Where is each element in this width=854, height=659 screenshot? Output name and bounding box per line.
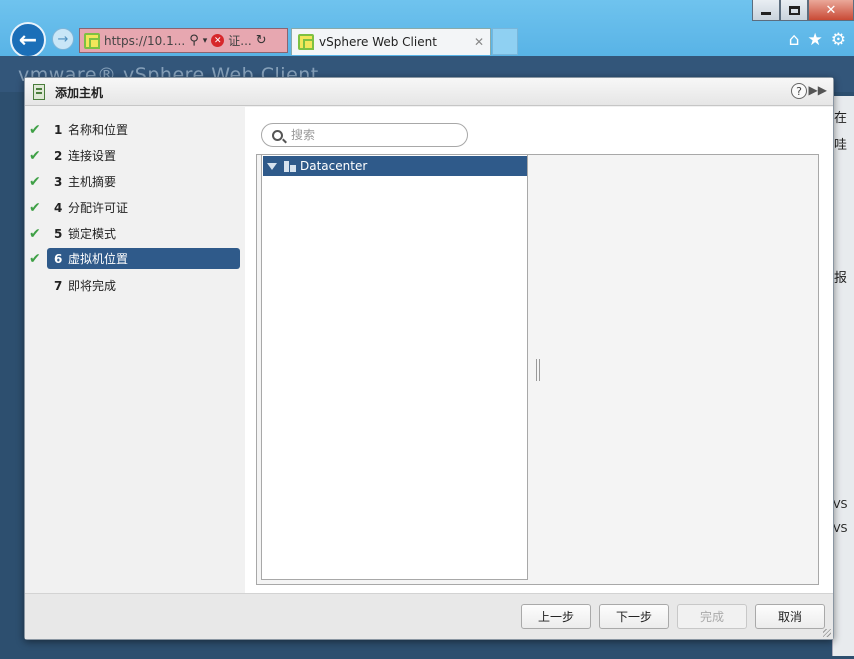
step-label: 锁定模式 (68, 227, 117, 241)
check-icon: ✔ (29, 147, 41, 164)
step-7[interactable]: 7 即将完成 (47, 275, 240, 296)
tree-item-datacenter[interactable]: Datacenter (263, 156, 527, 176)
address-bar[interactable]: https://10.1... ⚲ ▾ ✕ 证... ↻ (79, 28, 288, 53)
step-label: 分配许可证 (68, 201, 129, 215)
bg-text: 哇 (834, 138, 848, 153)
step-number: 5 (54, 226, 63, 241)
dropdown-icon[interactable]: ▾ (203, 36, 208, 46)
search-input[interactable] (291, 128, 451, 142)
step-label: 虚拟机位置 (68, 252, 129, 266)
bg-text: VS (833, 522, 848, 535)
step-label: 即将完成 (68, 279, 117, 293)
cert-error-label[interactable]: 证... (228, 32, 251, 49)
inventory-tree[interactable]: Datacenter (261, 154, 528, 580)
maximize-button[interactable] (780, 0, 808, 21)
site-favicon-icon (84, 32, 100, 49)
home-icon[interactable]: ⌂ (789, 30, 800, 50)
dialog-header: 添加主机 ? ▶▶ (25, 78, 833, 106)
check-icon: ✔ (29, 250, 41, 267)
maximize-icon (788, 5, 800, 15)
step-2[interactable]: ✔ 2 连接设置 (29, 145, 240, 166)
search-box[interactable] (261, 123, 468, 147)
expand-triangle-icon[interactable] (267, 162, 277, 170)
step-number: 4 (54, 200, 63, 215)
help-button[interactable]: ? (791, 83, 807, 99)
check-icon: ✔ (29, 225, 41, 242)
finish-button[interactable]: 完成 (677, 604, 747, 629)
close-icon: ✕ (825, 2, 837, 18)
resize-grip-icon[interactable] (823, 629, 831, 637)
background-panel-strip: 在 哇 报 VS VS (832, 96, 854, 656)
tab-title: vSphere Web Client (319, 35, 437, 49)
step-label: 主机摘要 (68, 175, 117, 189)
next-step-button[interactable]: 下一步 (599, 604, 669, 629)
add-host-dialog: 添加主机 ? ▶▶ ✔ 1 名称和位置 ✔ 2 连接设置 ✔ 3 主机摘要 ✔ … (24, 77, 834, 640)
pane-splitter[interactable] (536, 359, 540, 381)
step-4[interactable]: ✔ 4 分配许可证 (29, 197, 240, 218)
gear-icon[interactable]: ⚙ (831, 30, 846, 50)
check-icon: ✔ (29, 121, 41, 138)
toolbar-icons: ⌂ ★ ⚙ (789, 30, 846, 50)
step-5[interactable]: ✔ 5 锁定模式 (29, 223, 240, 244)
step-label: 名称和位置 (68, 123, 129, 137)
step-number: 2 (54, 148, 63, 163)
step-number: 1 (54, 122, 63, 137)
step-number: 3 (54, 174, 63, 189)
refresh-icon[interactable]: ↻ (256, 33, 267, 48)
back-button[interactable]: ← (10, 22, 46, 58)
tab-close-icon[interactable]: ✕ (474, 35, 484, 49)
step-3[interactable]: ✔ 3 主机摘要 (29, 171, 240, 192)
step-number: 7 (54, 278, 63, 293)
new-tab-button[interactable] (492, 28, 518, 55)
cancel-button[interactable]: 取消 (755, 604, 825, 629)
expand-icon[interactable]: ▶▶ (809, 83, 827, 97)
bg-text: 在 (834, 111, 848, 126)
step-label: 连接设置 (68, 149, 117, 163)
forward-icon: → (57, 31, 69, 47)
window-controls: ✕ (752, 0, 854, 22)
step-1[interactable]: ✔ 1 名称和位置 (29, 119, 240, 140)
check-icon: ✔ (29, 199, 41, 216)
minimize-icon (761, 11, 771, 15)
tab-favicon-icon (298, 34, 314, 50)
minimize-button[interactable] (752, 0, 780, 21)
tree-item-label: Datacenter (300, 159, 368, 173)
search-icon[interactable]: ⚲ (189, 33, 199, 48)
star-icon[interactable]: ★ (808, 30, 823, 50)
dialog-title: 添加主机 (55, 86, 104, 100)
address-url[interactable]: https://10.1... (104, 34, 185, 48)
step-6[interactable]: ✔ 6 虚拟机位置 (29, 248, 240, 269)
back-icon: ← (18, 27, 38, 53)
close-window-button[interactable]: ✕ (808, 0, 854, 21)
browser-tab[interactable]: vSphere Web Client ✕ (291, 28, 491, 55)
bg-text: VS (833, 498, 848, 511)
forward-button[interactable]: → (52, 28, 74, 50)
add-host-icon (33, 84, 45, 100)
back-step-button[interactable]: 上一步 (521, 604, 591, 629)
datacenter-icon (284, 160, 296, 172)
search-icon (272, 129, 283, 141)
bg-text: 报 (834, 271, 848, 286)
step-number: 6 (54, 251, 63, 266)
help-icon: ? (796, 84, 802, 98)
check-icon: ✔ (29, 173, 41, 190)
cert-error-icon[interactable]: ✕ (211, 34, 225, 47)
wizard-steps: ✔ 1 名称和位置 ✔ 2 连接设置 ✔ 3 主机摘要 ✔ 4 分配许可证 ✔ … (25, 107, 244, 593)
